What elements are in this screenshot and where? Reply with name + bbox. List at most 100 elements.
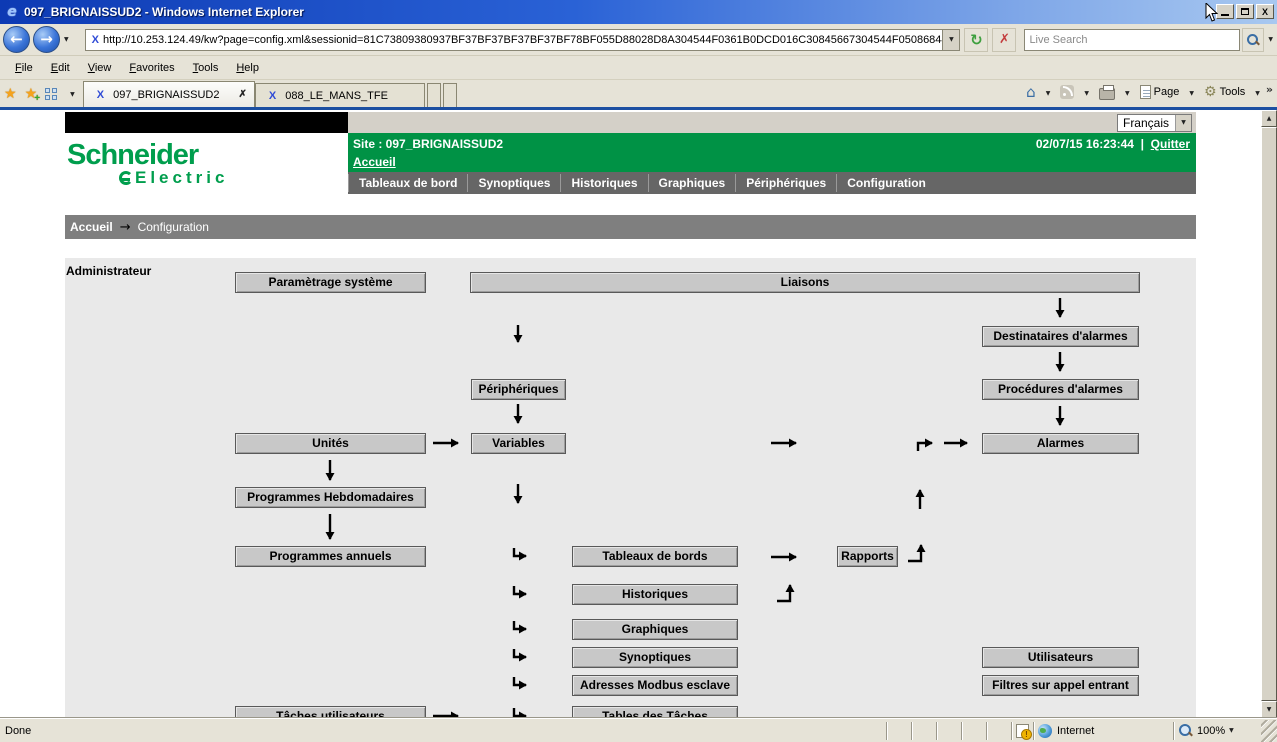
menu-bar: File Edit View Favorites Tools Help: [0, 56, 1277, 80]
nav-peripheriques[interactable]: Périphériques: [735, 174, 836, 192]
schneider-logo: Schneider Electric: [65, 133, 348, 213]
home-button[interactable]: ⌂: [1023, 81, 1039, 103]
search-options-dropdown[interactable]: ▼: [1264, 36, 1277, 43]
diagram-button-rapports[interactable]: Rapports: [837, 546, 898, 567]
clock-area: 02/07/15 16:23:44 | Quitter: [1036, 137, 1190, 151]
status-panel: [936, 722, 961, 740]
back-button[interactable]: ←: [3, 26, 30, 53]
tab-088-le-mans-tfe[interactable]: X 088_LE_MANS_TFE: [255, 83, 425, 107]
header-gray-strip: Français ▼: [348, 112, 1196, 133]
forward-button[interactable]: →: [33, 26, 60, 53]
favorites-center-button[interactable]: ★: [1, 83, 20, 105]
command-toolbar: ⌂ ▼ ▼ ▼ Page ▼ ⚙ Tools ▼ »: [1022, 81, 1273, 105]
zoom-control[interactable]: 100% ▼: [1173, 722, 1261, 740]
gear-icon: ⚙: [1204, 84, 1217, 100]
status-panel: [886, 722, 911, 740]
logo-text-electric: Electric: [119, 168, 348, 188]
zoom-level: 100%: [1197, 725, 1225, 737]
address-bar: ← → ▼ X ▼ ↻ ✗ ▼: [0, 24, 1277, 56]
role-label: Administrateur: [66, 264, 151, 278]
home-dropdown[interactable]: ▼: [1042, 90, 1055, 97]
feeds-button[interactable]: [1057, 81, 1077, 103]
diagram-button-procedures-alarmes[interactable]: Procédures d'alarmes: [982, 379, 1139, 400]
address-dropdown-button[interactable]: ▼: [942, 30, 959, 50]
status-panel: [961, 722, 986, 740]
diagram-button-utilisateurs[interactable]: Utilisateurs: [982, 647, 1139, 668]
diagram-button-destinataires-alarmes[interactable]: Destinataires d'alarmes: [982, 326, 1139, 347]
diagram-button-graphiques[interactable]: Graphiques: [572, 619, 738, 640]
close-button[interactable]: X: [1256, 4, 1274, 19]
feeds-dropdown[interactable]: ▼: [1080, 90, 1093, 97]
diagram-button-adresses-modbus-esclave[interactable]: Adresses Modbus esclave: [572, 675, 738, 696]
internet-zone-icon: [1038, 724, 1052, 738]
refresh-button[interactable]: ↻: [964, 28, 988, 52]
language-dropdown-button[interactable]: ▼: [1175, 115, 1191, 131]
tab-097-brignaissud2[interactable]: X 097_BRIGNAISSUD2 ✗: [83, 81, 255, 107]
diagram-button-variables[interactable]: Variables: [471, 433, 566, 454]
star-icon: ★: [4, 86, 17, 102]
tab-favicon: X: [91, 89, 108, 101]
search-input[interactable]: [1025, 34, 1239, 46]
chevron-down-icon: ▼: [1177, 119, 1190, 126]
menu-file[interactable]: File: [6, 59, 42, 77]
resize-grip[interactable]: [1261, 720, 1277, 742]
language-select[interactable]: Français ▼: [1117, 114, 1192, 132]
diagram-button-historiques[interactable]: Historiques: [572, 584, 738, 605]
scroll-down-button[interactable]: ▼: [1261, 701, 1277, 718]
history-dropdown[interactable]: ▼: [60, 36, 73, 43]
breadcrumb-home[interactable]: Accueil: [70, 220, 113, 234]
chevron-down-icon: ▼: [66, 91, 79, 98]
tab-close-icon[interactable]: ✗: [238, 89, 246, 100]
menu-tools[interactable]: Tools: [184, 59, 228, 77]
title-bar: e 097_BRIGNAISSUD2 - Windows Internet Ex…: [0, 0, 1277, 24]
diagram-button-liaisons[interactable]: Liaisons: [470, 272, 1140, 293]
accueil-link[interactable]: Accueil: [353, 155, 396, 169]
site-name: Site : 097_BRIGNAISSUD2: [353, 137, 503, 151]
menu-favorites[interactable]: Favorites: [120, 59, 183, 77]
quick-tabs-button[interactable]: [42, 83, 61, 105]
restore-icon: [1241, 8, 1249, 15]
tools-menu-dropdown[interactable]: ▼: [1251, 90, 1264, 97]
nav-synoptiques[interactable]: Synoptiques: [467, 174, 560, 192]
address-input[interactable]: [103, 31, 942, 49]
tools-menu-label: Tools: [1220, 86, 1246, 98]
diagram-button-programmes-annuels[interactable]: Programmes annuels: [235, 546, 426, 567]
diagram-button-peripheriques[interactable]: Périphériques: [471, 379, 566, 400]
stop-button[interactable]: ✗: [992, 28, 1016, 52]
diagram-button-tableaux-de-bords[interactable]: Tableaux de bords: [572, 546, 738, 567]
zoom-dropdown[interactable]: ▼: [1225, 727, 1238, 734]
menu-view[interactable]: View: [79, 59, 121, 77]
status-bar: Done Internet 100% ▼: [0, 718, 1277, 742]
scroll-up-button[interactable]: ▲: [1261, 110, 1277, 127]
diagram-button-programmes-hebdomadaires[interactable]: Programmes Hebdomadaires: [235, 487, 426, 508]
menu-help[interactable]: Help: [227, 59, 268, 77]
scroll-thumb[interactable]: [1261, 127, 1277, 701]
print-button[interactable]: [1096, 81, 1118, 103]
tab-bar: ★ ★ ▼ X 097_BRIGNAISSUD2 ✗ X 088_LE_MANS…: [0, 80, 1277, 110]
menu-edit[interactable]: Edit: [42, 59, 79, 77]
breadcrumb-current: Configuration: [138, 220, 209, 234]
nav-tableaux-de-bord[interactable]: Tableaux de bord: [348, 174, 467, 192]
rss-icon: [1060, 85, 1074, 99]
page-menu-button[interactable]: Page: [1137, 81, 1183, 103]
diagram-button-alarmes[interactable]: Alarmes: [982, 433, 1139, 454]
page-menu-dropdown[interactable]: ▼: [1185, 90, 1198, 97]
diagram-button-unites[interactable]: Unités: [235, 433, 426, 454]
toolbar-overflow-button[interactable]: »: [1266, 83, 1273, 96]
diagram-button-filtres-appel-entrant[interactable]: Filtres sur appel entrant: [982, 675, 1139, 696]
nav-configuration[interactable]: Configuration: [836, 174, 936, 192]
vertical-scrollbar[interactable]: ▲ ▼: [1261, 110, 1277, 718]
tab-stub: [427, 83, 441, 107]
nav-historiques[interactable]: Historiques: [560, 174, 647, 192]
nav-graphiques[interactable]: Graphiques: [648, 174, 736, 192]
restore-button[interactable]: [1236, 4, 1254, 19]
print-dropdown[interactable]: ▼: [1121, 90, 1134, 97]
diagram-button-synoptiques[interactable]: Synoptiques: [572, 647, 738, 668]
tab-list-dropdown[interactable]: ▼: [63, 83, 82, 105]
diagram-button-parametrage-systeme[interactable]: Paramètrage système: [235, 272, 426, 293]
add-favorite-button[interactable]: ★: [22, 83, 41, 105]
quit-link[interactable]: Quitter: [1151, 137, 1190, 151]
search-button[interactable]: [1242, 28, 1264, 52]
window-title: 097_BRIGNAISSUD2 - Windows Internet Expl…: [24, 5, 304, 19]
tools-menu-button[interactable]: ⚙ Tools: [1201, 81, 1248, 103]
